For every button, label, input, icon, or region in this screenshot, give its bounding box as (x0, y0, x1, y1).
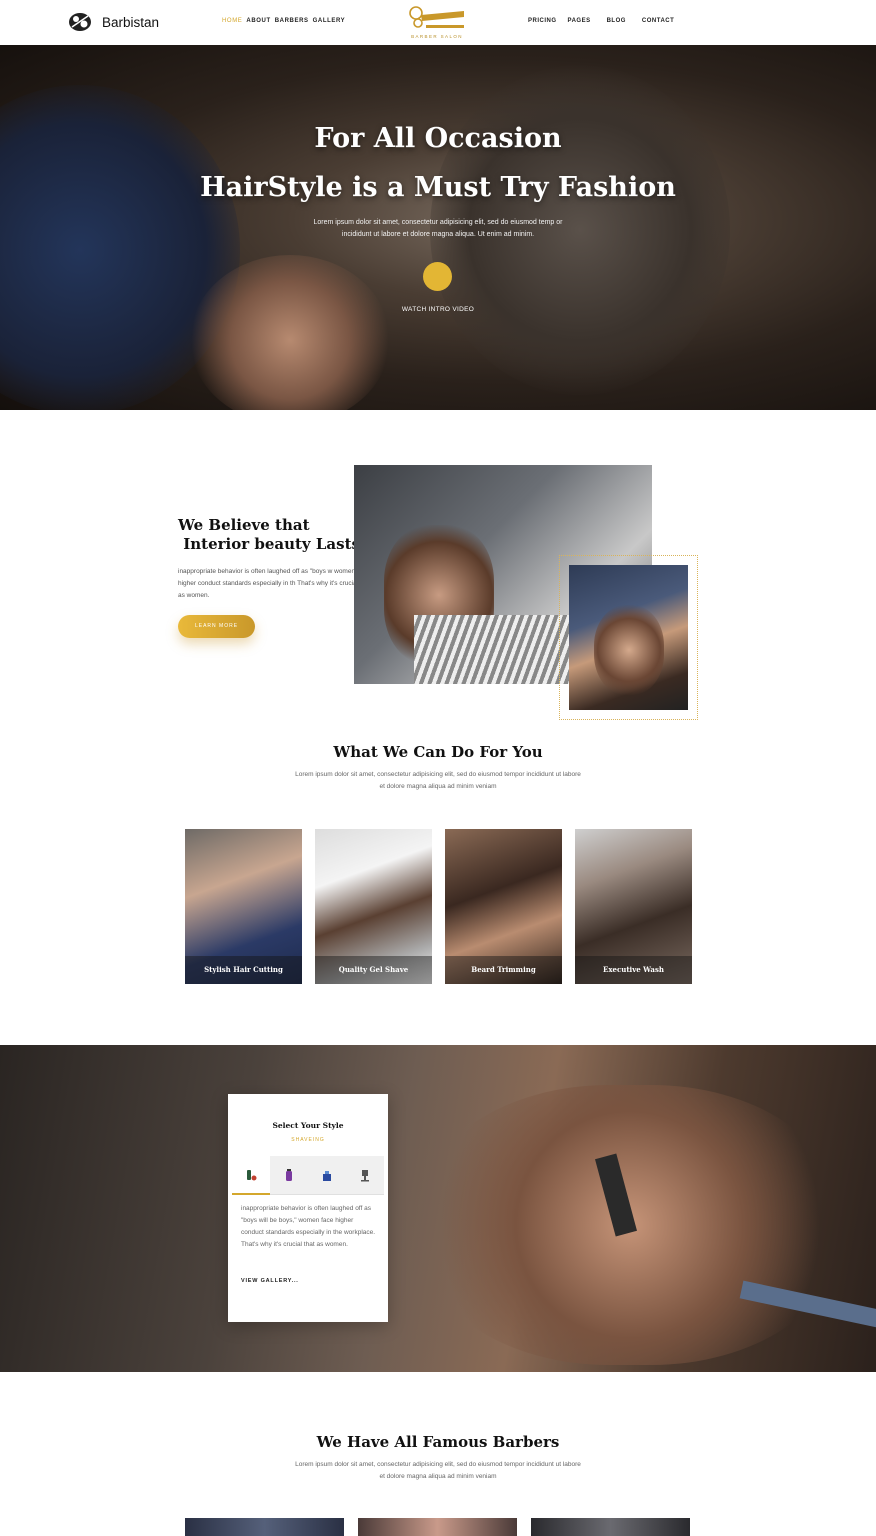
top-navbar: Barbistan HOME ABOUT BARBERS GALLERY BAR… (0, 0, 876, 45)
tab-gel[interactable] (270, 1156, 308, 1195)
services-title: What We Can Do For You (333, 743, 543, 761)
service-label: Quality Gel Shave (315, 956, 432, 984)
services-subtitle: Lorem ipsum dolor sit amet, consectetur … (0, 769, 876, 793)
service-card-hair-cutting[interactable]: Stylish Hair Cutting (185, 829, 302, 984)
nav-pages[interactable]: PAGES (568, 18, 591, 24)
hero-subtitle: Lorem ipsum dolor sit amet, consectetur … (0, 217, 876, 241)
nav-blog[interactable]: BLOG (607, 18, 626, 24)
service-label: Stylish Hair Cutting (185, 956, 302, 984)
barber-card[interactable] (358, 1518, 517, 1536)
tab-clipper[interactable] (232, 1156, 270, 1195)
select-style-card: Select Your Style SHAVEING inappropriate… (228, 1094, 388, 1322)
hero-banner: For All Occasion HairStyle is a Must Try… (0, 45, 876, 410)
service-card-gel-shave[interactable]: Quality Gel Shave (315, 829, 432, 984)
spray-icon (323, 1171, 331, 1181)
clipper-icon (247, 1169, 257, 1180)
nav-menu-right: PRICING PAGES BLOG CONTACT (528, 18, 674, 24)
hero-title-line1: For All Occasion (314, 123, 562, 154)
barber-card[interactable] (185, 1518, 344, 1536)
gel-bottle-icon (286, 1169, 292, 1181)
hero-subtitle-line1: Lorem ipsum dolor sit amet, consectetur … (313, 219, 563, 226)
nav-gallery[interactable]: GALLERY (313, 18, 346, 24)
salon-logo-text: BARBER SALON (411, 34, 463, 39)
hero-photo-hand (190, 255, 390, 410)
learn-more-button[interactable]: LEARN MORE (178, 615, 255, 638)
watch-intro-video-link[interactable]: WATCH INTRO VIDEO (0, 306, 876, 313)
service-card-beard-trimming[interactable]: Beard Trimming (445, 829, 562, 984)
tab-spray[interactable] (308, 1156, 346, 1195)
barber-chair-icon (361, 1170, 369, 1182)
barber-card[interactable] (531, 1518, 690, 1536)
brand-logo-link[interactable]: Barbistan (68, 11, 159, 33)
salon-logo[interactable]: BARBER SALON (404, 5, 470, 43)
services-subtitle-line2: et dolore magna aliqua ad minim veniam (379, 783, 497, 790)
shave-banner (0, 1045, 876, 1372)
barbers-subtitle-line2: et dolore magna aliqua ad minim veniam (379, 1473, 497, 1480)
view-gallery-link[interactable]: VIEW GALLERY... (241, 1278, 299, 1284)
tab-chair[interactable] (346, 1156, 384, 1195)
service-label: Executive Wash (575, 956, 692, 984)
nav-about[interactable]: ABOUT (246, 18, 270, 24)
service-card-executive-wash[interactable]: Executive Wash (575, 829, 692, 984)
style-tabs (232, 1156, 384, 1195)
nav-pricing[interactable]: PRICING (528, 18, 557, 24)
nav-barbers[interactable]: BARBERS (275, 18, 309, 24)
services-subtitle-line1: Lorem ipsum dolor sit amet, consectetur … (295, 771, 581, 778)
about-photo-client-face (594, 605, 664, 695)
nav-home[interactable]: HOME (222, 18, 242, 24)
card-text: inappropriate behavior is often laughed … (241, 1205, 376, 1248)
play-video-button[interactable] (423, 262, 452, 291)
barbers-subtitle-line1: Lorem ipsum dolor sit amet, consectetur … (295, 1461, 581, 1468)
barbers-title: We Have All Famous Barbers (316, 1433, 560, 1451)
nav-menu-left: HOME ABOUT BARBERS GALLERY (222, 18, 345, 24)
barbers-subtitle: Lorem ipsum dolor sit amet, consectetur … (0, 1459, 876, 1483)
service-label: Beard Trimming (445, 956, 562, 984)
about-text: inappropriate behavior is often laughed … (178, 568, 371, 599)
hero-title-line2: HairStyle is a Must Try Fashion (200, 172, 676, 203)
card-subtitle: SHAVEING (291, 1137, 325, 1143)
hero-subtitle-line2: incididunt ut labore et dolore magna ali… (341, 231, 535, 238)
nav-contact[interactable]: CONTACT (642, 18, 674, 24)
brand-name: Barbistan (102, 14, 160, 30)
about-photo-secondary (569, 565, 688, 710)
card-title: Select Your Style (272, 1121, 344, 1130)
scissors-logo-icon (409, 6, 464, 28)
barber-logo-icon (69, 13, 91, 31)
